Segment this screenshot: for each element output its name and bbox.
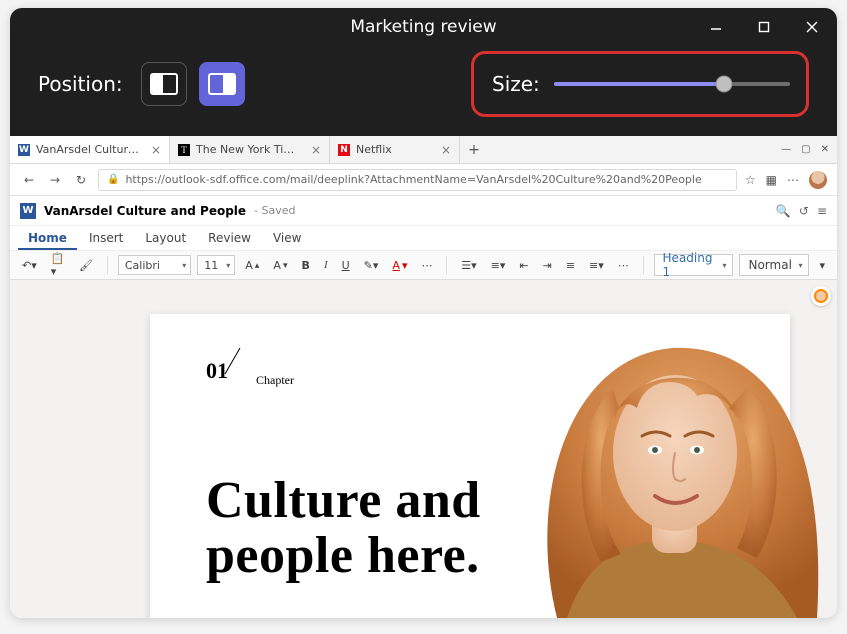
document-canvas: 01Chapter Culture and people here. <box>10 280 837 618</box>
position-buttons <box>141 62 245 106</box>
tab-close-icon[interactable]: × <box>441 143 451 157</box>
word-favicon-icon: W <box>18 144 30 156</box>
paragraph-more-icon[interactable]: ⋯ <box>614 257 633 274</box>
size-slider[interactable] <box>554 78 790 90</box>
browser-minimize-icon[interactable]: — <box>781 144 791 155</box>
style-heading1[interactable]: Heading 1 <box>654 254 734 276</box>
app-window: Marketing review Position: Size: <box>10 8 837 618</box>
browser-tab-label: VanArsdel Culture and peo… <box>36 143 145 156</box>
browser-tab-1[interactable]: T The New York Times × <box>170 136 330 163</box>
underline-button[interactable]: U <box>338 257 354 274</box>
browser-tabstrip: W VanArsdel Culture and peo… × T The New… <box>10 136 837 164</box>
tab-close-icon[interactable]: × <box>151 143 161 157</box>
bullets-icon[interactable]: ☰▾ <box>457 257 480 274</box>
chapter-slash-icon <box>228 350 256 378</box>
bold-button[interactable]: B <box>298 257 314 274</box>
highlight-icon[interactable]: ✎▾ <box>360 257 383 274</box>
window-title: Marketing review <box>350 17 496 37</box>
more-icon[interactable]: ≡ <box>817 204 827 218</box>
grow-font-icon[interactable]: A▴ <box>241 257 263 274</box>
presence-avatar-icon <box>814 289 828 303</box>
position-label: Position: <box>38 72 123 96</box>
netflix-favicon-icon: N <box>338 144 350 156</box>
font-color-icon[interactable]: A▾ <box>388 257 411 274</box>
extensions-icon[interactable]: ▦ <box>766 173 777 187</box>
slider-thumb[interactable] <box>716 77 731 92</box>
favorite-icon[interactable]: ☆ <box>745 173 756 187</box>
style-normal[interactable]: Normal <box>739 254 809 276</box>
search-icon[interactable]: 🔍 <box>776 204 791 218</box>
undo-icon[interactable]: ↶▾ <box>18 257 41 274</box>
history-icon[interactable]: ↺ <box>799 204 809 218</box>
browser-maximize-icon[interactable]: ▢ <box>801 144 810 155</box>
profile-avatar-icon[interactable] <box>809 171 827 189</box>
font-family-select[interactable]: Calibri <box>118 255 191 275</box>
position-left-button[interactable] <box>141 62 187 106</box>
slider-fill <box>554 82 724 86</box>
browser-close-icon[interactable]: ✕ <box>821 144 829 155</box>
align-center-icon[interactable]: ≡▾ <box>585 257 608 274</box>
browser-tab-label: Netflix <box>356 143 435 156</box>
browser-window-controls: — ▢ ✕ <box>781 136 837 163</box>
ribbon-tab-review[interactable]: Review <box>198 228 261 250</box>
browser-address-bar: ← → ↻ 🔒 https://outlook-sdf.office.com/m… <box>10 164 837 196</box>
chapter-label: Chapter <box>256 373 294 387</box>
ribbon-tabs: Home Insert Layout Review View <box>10 226 837 250</box>
shrink-font-icon[interactable]: A▾ <box>269 257 291 274</box>
person-image <box>497 318 837 618</box>
word-app-icon: W <box>20 203 36 219</box>
browser-tab-2[interactable]: N Netflix × <box>330 136 460 163</box>
forward-icon[interactable]: → <box>46 173 64 187</box>
font-size-select[interactable]: 11 <box>197 255 235 275</box>
close-button[interactable] <box>795 12 829 42</box>
ribbon-tab-layout[interactable]: Layout <box>135 228 196 250</box>
minimize-button[interactable] <box>699 12 733 42</box>
indent-icon[interactable]: ⇥ <box>539 257 556 274</box>
tab-close-icon[interactable]: × <box>311 143 321 157</box>
clear-format-icon[interactable]: ⋯ <box>417 257 436 274</box>
embedded-browser: W VanArsdel Culture and peo… × T The New… <box>10 136 837 618</box>
outdent-icon[interactable]: ⇤ <box>515 257 532 274</box>
overlay-header: Marketing review Position: Size: <box>10 8 837 136</box>
word-titlebar: W VanArsdel Culture and People - Saved 🔍… <box>10 196 837 226</box>
numbering-icon[interactable]: ≡▾ <box>487 257 510 274</box>
window-buttons <box>699 8 829 46</box>
heading-line-2: people here. <box>206 527 480 584</box>
size-label: Size: <box>492 72 540 96</box>
dock-right-icon <box>208 73 236 95</box>
paste-icon[interactable]: 📋▾ <box>47 250 69 280</box>
dock-left-icon <box>150 73 178 95</box>
ribbon-toolbar: ↶▾ 📋▾ 🖌 Calibri 11 A▴ A▾ B I U ✎▾ A▾ ⋯ ☰… <box>10 250 837 280</box>
menu-icon[interactable]: ⋯ <box>787 173 799 187</box>
ribbon-tab-insert[interactable]: Insert <box>79 228 133 250</box>
presence-badge[interactable] <box>811 286 831 306</box>
heading-line-1: Culture and <box>206 472 481 529</box>
document-status: - Saved <box>254 204 295 217</box>
overlay-controls: Position: Size: <box>10 46 837 136</box>
browser-tab-label: The New York Times <box>196 143 305 156</box>
document-title: VanArsdel Culture and People <box>44 204 246 218</box>
new-tab-button[interactable]: + <box>460 136 488 163</box>
position-right-button[interactable] <box>199 62 245 106</box>
ribbon-tab-view[interactable]: View <box>263 228 311 250</box>
url-text: https://outlook-sdf.office.com/mail/deep… <box>125 173 727 186</box>
back-icon[interactable]: ← <box>20 173 38 187</box>
maximize-button[interactable] <box>747 12 781 42</box>
italic-button[interactable]: I <box>320 257 332 273</box>
ribbon-tab-home[interactable]: Home <box>18 228 77 250</box>
url-input[interactable]: 🔒 https://outlook-sdf.office.com/mail/de… <box>98 169 737 191</box>
align-left-icon[interactable]: ≡ <box>562 257 579 274</box>
lock-icon: 🔒 <box>107 174 119 185</box>
titlebar: Marketing review <box>10 8 837 46</box>
format-painter-icon[interactable]: 🖌 <box>75 257 97 274</box>
browser-right-icons: ☆ ▦ ⋯ <box>745 171 827 189</box>
nyt-favicon-icon: T <box>178 144 190 156</box>
refresh-icon[interactable]: ↻ <box>72 173 90 187</box>
size-control-group: Size: <box>471 51 809 117</box>
styles-more-icon[interactable]: ▾ <box>815 257 829 274</box>
browser-tab-0[interactable]: W VanArsdel Culture and peo… × <box>10 136 170 163</box>
